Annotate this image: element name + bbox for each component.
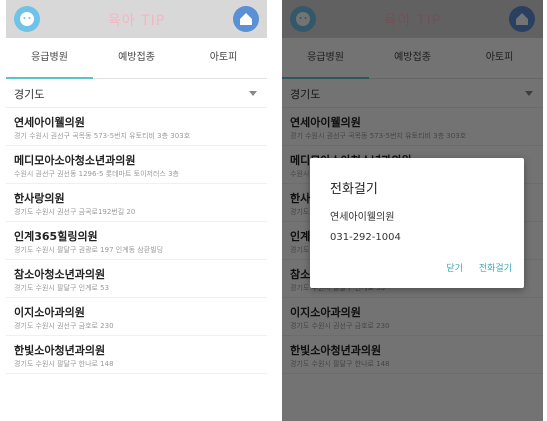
home-icon[interactable] <box>233 6 259 32</box>
hospital-address: 경기도 수원시 팔달구 한나로 148 <box>14 360 114 368</box>
hospital-address: 경기도 수원시 팔달구 권광로 197 인계동 삼환빌딩 <box>14 246 164 254</box>
list-item[interactable]: 메디모아소아청소년과의원 수원시 권선구 권선동 1296-5 롯데마트 토이저… <box>6 146 267 184</box>
hospital-address: 경기도 수원시 권선구 금곡로192번길 20 <box>14 208 136 216</box>
list-item[interactable]: 한빛소아청년과의원 경기도 수원시 팔달구 한나로 148 <box>6 336 267 374</box>
hospital-name: 메디모아소아청소년과의원 <box>14 154 136 167</box>
list-item[interactable]: 이지소아과의원 경기도 수원시 권선구 금호로 230 <box>6 298 267 336</box>
call-dialog: 전화걸기 연세아이웰의원 031-292-1004 닫기 전화걸기 <box>310 158 524 288</box>
dialog-title: 전화걸기 <box>330 182 378 197</box>
hospital-name: 연세아이웰의원 <box>14 116 85 129</box>
hospital-name: 참소아청소년과의원 <box>14 268 106 281</box>
list-item[interactable]: 인계365힐링의원 경기도 수원시 팔달구 권광로 197 인계동 삼환빌딩 <box>6 222 267 260</box>
list-item[interactable]: 한사랑의원 경기도 수원시 권선구 금곡로192번길 20 <box>6 184 267 222</box>
hospital-address: 경기도 수원시 권선구 금호로 230 <box>14 322 114 330</box>
tab-vaccination[interactable]: 예방접종 <box>93 38 180 78</box>
tab-atopy[interactable]: 아토피 <box>180 38 267 78</box>
hospital-address: 경기 수원시 권선구 곡목동 573-5번지 유토티비 3층 303호 <box>14 132 191 140</box>
app-title: 육아 TIP <box>107 13 166 29</box>
hospital-name: 인계365힐링의원 <box>14 230 98 243</box>
region-label: 경기도 <box>14 88 45 101</box>
call-button[interactable]: 전화걸기 <box>479 261 512 274</box>
call-dialog-screen: 육아 TIP 응급병원 예방접종 아토피 경기도 연세아이웰의원 경기 수원시 … <box>282 0 543 421</box>
region-select[interactable]: 경기도 <box>6 79 267 108</box>
hospital-list: 연세아이웰의원 경기 수원시 권선구 곡목동 573-5번지 유토티비 3층 3… <box>6 108 267 374</box>
dialog-phone-number: 031-292-1004 <box>330 232 401 243</box>
hospital-address: 경기도 수원시 팔달구 인계로 53 <box>14 284 110 292</box>
hospital-name: 한빛소아청년과의원 <box>14 344 106 357</box>
hospital-name: 이지소아과의원 <box>14 306 85 319</box>
hospital-address: 수원시 권선구 권선동 1296-5 롯데마트 토이저러스 3층 <box>14 170 179 178</box>
dropdown-caret-icon <box>249 91 257 96</box>
app-bar: 육아 TIP <box>6 0 267 38</box>
hospital-list-screen: 육아 TIP 응급병원 예방접종 아토피 경기도 연세아이웰의원 경기 수원시 … <box>6 0 267 421</box>
dialog-hospital-name: 연세아이웰의원 <box>330 212 395 223</box>
close-button[interactable]: 닫기 <box>446 261 463 274</box>
list-item[interactable]: 연세아이웰의원 경기 수원시 권선구 곡목동 573-5번지 유토티비 3층 3… <box>6 108 267 146</box>
hospital-name: 한사랑의원 <box>14 192 65 205</box>
dialog-actions: 닫기 전화걸기 <box>446 261 512 274</box>
tab-bar: 응급병원 예방접종 아토피 <box>6 38 267 79</box>
tab-emergency[interactable]: 응급병원 <box>6 38 93 78</box>
list-item[interactable]: 참소아청소년과의원 경기도 수원시 팔달구 인계로 53 <box>6 260 267 298</box>
